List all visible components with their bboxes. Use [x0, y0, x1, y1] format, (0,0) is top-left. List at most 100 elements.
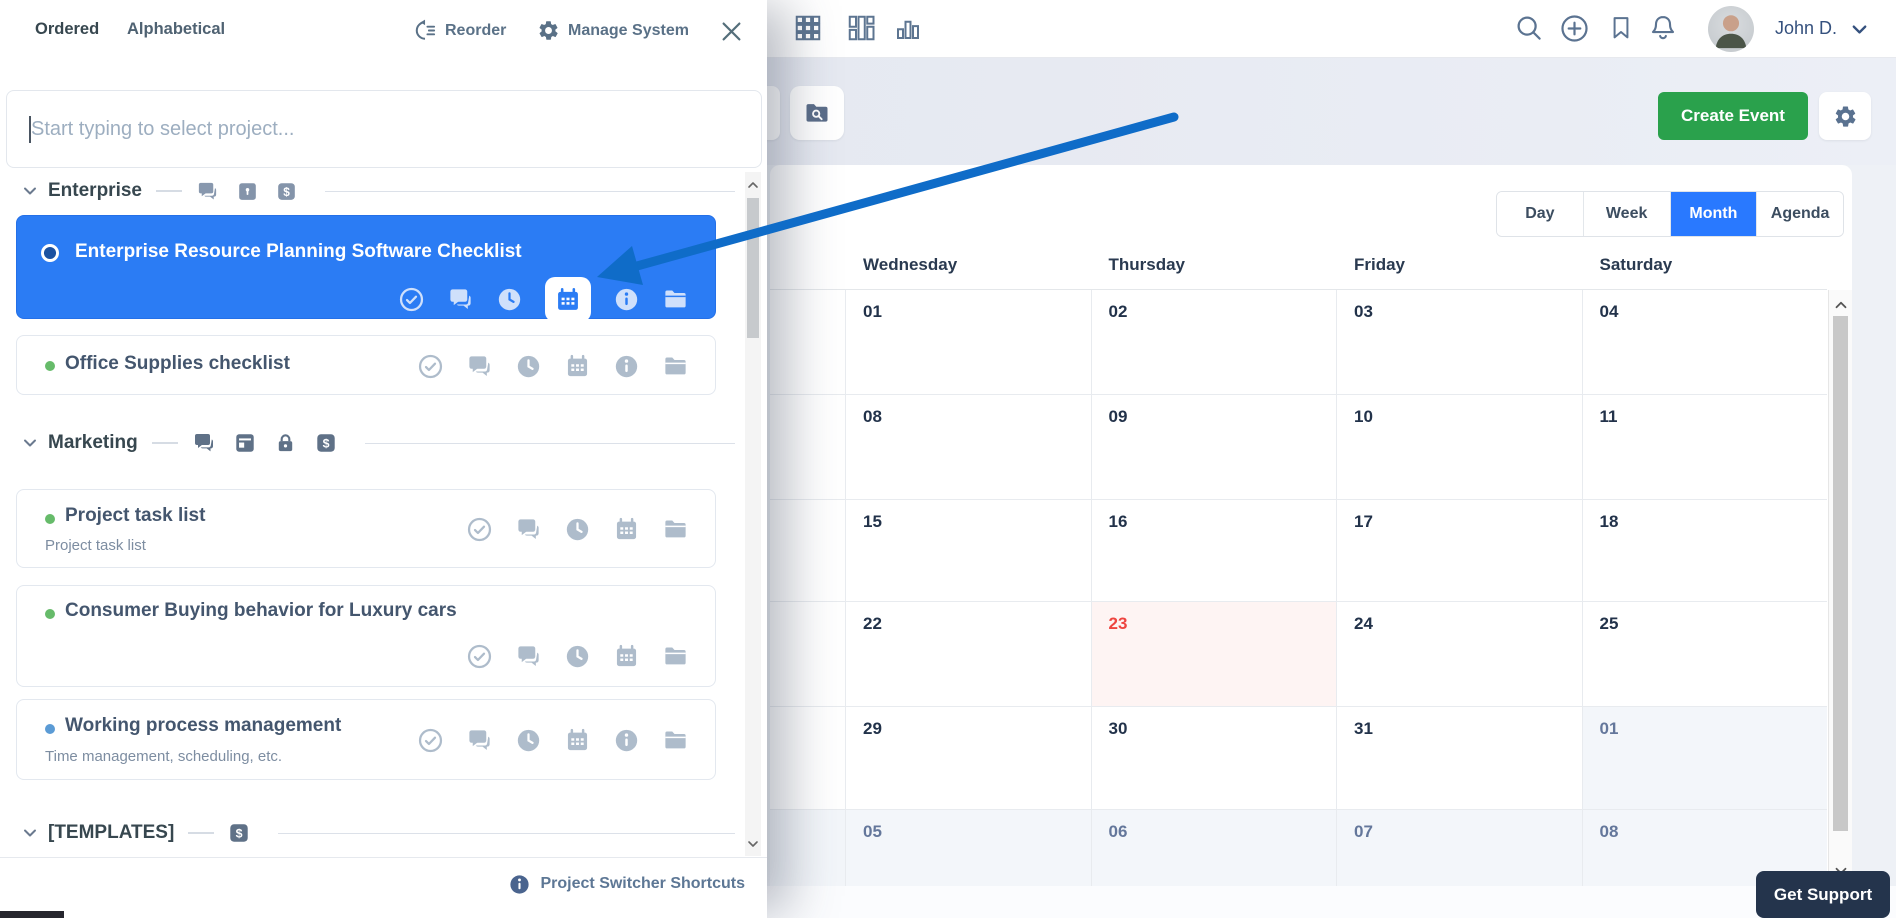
clock-icon[interactable] — [564, 516, 591, 543]
panel-scrollbar[interactable] — [745, 172, 761, 856]
chat-icon[interactable] — [466, 727, 493, 754]
folder-icon[interactable] — [662, 727, 689, 754]
chart-view-icon[interactable] — [893, 13, 923, 43]
tab-day[interactable]: Day — [1497, 192, 1583, 236]
info-icon[interactable] — [613, 353, 640, 380]
calendar-day-cell[interactable]: 04 — [1582, 290, 1828, 394]
clock-icon[interactable] — [496, 286, 523, 313]
folder-icon[interactable] — [662, 353, 689, 380]
project-switcher-shortcuts[interactable]: Project Switcher Shortcuts — [0, 857, 767, 910]
calendar-day-cell[interactable]: 16 — [1091, 500, 1337, 601]
bookmark-icon[interactable] — [1607, 14, 1635, 42]
check-circle-icon[interactable] — [417, 353, 444, 380]
clock-icon[interactable] — [515, 353, 542, 380]
calendar-day-cell[interactable]: 03 — [1336, 290, 1582, 394]
get-support-button[interactable]: Get Support — [1756, 871, 1890, 918]
scroll-up-icon[interactable] — [1832, 296, 1850, 314]
calendar-scrollbar[interactable] — [1828, 290, 1852, 886]
tab-alphabetical[interactable]: Alphabetical — [127, 20, 225, 39]
calendar-button-highlighted[interactable] — [545, 277, 591, 322]
project-search-input[interactable] — [31, 91, 741, 167]
project-card-consumer-buying[interactable]: Consumer Buying behavior for Luxury cars — [16, 585, 716, 687]
chevron-down-icon[interactable] — [20, 181, 40, 201]
day-number: 01 — [1600, 719, 1619, 738]
chat-icon[interactable] — [447, 286, 474, 313]
calendar-day-cell[interactable]: 06 — [1091, 810, 1337, 886]
calendar-day-cell[interactable]: 22 — [845, 602, 1091, 706]
group-header-enterprise[interactable]: Enterprise — [0, 172, 745, 210]
chevron-down-icon[interactable] — [1848, 18, 1871, 41]
calendar-day-cell[interactable]: 17 — [1336, 500, 1582, 601]
chat-icon[interactable] — [515, 516, 542, 543]
folder-icon[interactable] — [662, 286, 689, 313]
calendar-day-cell[interactable]: 24 — [1336, 602, 1582, 706]
calendar-day-cell-today[interactable]: 23 — [1091, 602, 1337, 706]
calendar-day-cell[interactable]: 10 — [1336, 395, 1582, 499]
check-circle-icon[interactable] — [466, 516, 493, 543]
calendar-day-cell[interactable]: 08 — [845, 395, 1091, 499]
add-icon[interactable] — [1559, 13, 1590, 44]
calendar-day-cell[interactable]: 11 — [1582, 395, 1828, 499]
clock-icon[interactable] — [515, 727, 542, 754]
user-name[interactable]: John D. — [1775, 18, 1837, 39]
project-card-erp-selected[interactable]: Enterprise Resource Planning Software Ch… — [16, 215, 716, 319]
create-event-button[interactable]: Create Event — [1658, 92, 1808, 140]
calendar-settings-button[interactable] — [1819, 92, 1871, 140]
scrollbar-thumb[interactable] — [747, 198, 759, 338]
group-header-templates[interactable]: [TEMPLATES] — [0, 814, 745, 852]
divider — [325, 191, 735, 192]
chat-icon — [192, 431, 216, 455]
manage-system-button[interactable]: Manage System — [537, 19, 689, 42]
check-circle-icon[interactable] — [417, 727, 444, 754]
calendar-day-cell[interactable]: 09 — [1091, 395, 1337, 499]
chevron-down-icon[interactable] — [20, 823, 40, 843]
calendar-icon[interactable] — [613, 516, 640, 543]
scrollbar-thumb[interactable] — [1833, 316, 1848, 831]
clock-icon[interactable] — [564, 643, 591, 670]
search-icon[interactable] — [1514, 13, 1544, 43]
calendar-day-cell[interactable]: 05 — [845, 810, 1091, 886]
chat-icon[interactable] — [466, 353, 493, 380]
scroll-down-icon[interactable] — [745, 836, 761, 852]
grid-view-icon[interactable] — [793, 13, 823, 43]
kanban-view-icon[interactable] — [846, 13, 876, 43]
calendar-day-cell[interactable]: 07 — [1336, 810, 1582, 886]
check-circle-icon[interactable] — [466, 643, 493, 670]
calendar-day-cell[interactable]: 01 — [1582, 707, 1828, 809]
folder-search-button[interactable] — [790, 86, 844, 140]
calendar-day-cell[interactable]: 29 — [845, 707, 1091, 809]
calendar-day-cell[interactable]: 02 — [1091, 290, 1337, 394]
info-icon[interactable] — [613, 286, 640, 313]
scroll-up-icon[interactable] — [745, 177, 761, 193]
calendar-day-cell[interactable]: 30 — [1091, 707, 1337, 809]
folder-icon[interactable] — [662, 516, 689, 543]
bell-icon[interactable] — [1648, 13, 1678, 43]
calendar-icon[interactable] — [613, 643, 640, 670]
calendar-day-cell[interactable]: 25 — [1582, 602, 1828, 706]
calendar-view-switcher: Day Week Month Agenda — [1496, 191, 1844, 237]
calendar-icon[interactable] — [564, 727, 591, 754]
chevron-down-icon[interactable] — [20, 433, 40, 453]
folder-icon[interactable] — [662, 643, 689, 670]
chat-icon[interactable] — [515, 643, 542, 670]
group-header-marketing[interactable]: Marketing — [0, 424, 745, 462]
status-strip — [0, 911, 64, 918]
info-icon[interactable] — [613, 727, 640, 754]
project-card-working-process[interactable]: Working process management Time manageme… — [16, 699, 716, 780]
project-card-task-list[interactable]: Project task list Project task list — [16, 489, 716, 568]
calendar-day-cell[interactable]: 01 — [845, 290, 1091, 394]
calendar-day-cell[interactable]: 31 — [1336, 707, 1582, 809]
calendar-icon[interactable] — [564, 353, 591, 380]
calendar-day-cell[interactable]: 15 — [845, 500, 1091, 601]
tab-month[interactable]: Month — [1670, 192, 1757, 236]
reorder-button[interactable]: Reorder — [414, 19, 506, 42]
close-icon[interactable] — [718, 18, 745, 45]
check-circle-icon[interactable] — [398, 286, 425, 313]
avatar[interactable] — [1708, 6, 1754, 52]
tab-agenda[interactable]: Agenda — [1756, 192, 1843, 236]
project-title: Consumer Buying behavior for Luxury cars — [65, 600, 457, 622]
tab-week[interactable]: Week — [1583, 192, 1670, 236]
tab-ordered[interactable]: Ordered — [35, 20, 99, 39]
project-card-office-supplies[interactable]: Office Supplies checklist — [16, 335, 716, 395]
calendar-day-cell[interactable]: 18 — [1582, 500, 1828, 601]
